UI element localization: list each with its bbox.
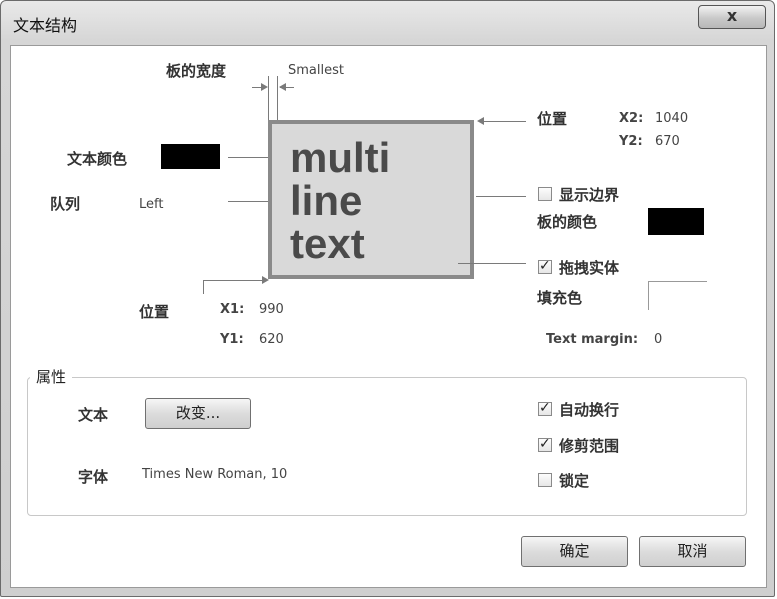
- position-bottom-connector: [203, 280, 263, 281]
- position-bottom-guide: [203, 280, 204, 294]
- text-color-label: 文本颜色: [67, 150, 128, 168]
- drag-solid-label: 拖拽实体: [559, 259, 620, 277]
- fill-color-label: 填充色: [537, 289, 583, 307]
- thickness-guide-right: [277, 76, 278, 120]
- word-wrap-checkbox[interactable]: [538, 400, 552, 416]
- show-border-checkbox[interactable]: [538, 187, 552, 201]
- preview-text: multi line text: [290, 134, 391, 267]
- window-title: 文本结构: [13, 16, 78, 35]
- position-top-connector: [484, 121, 526, 122]
- text-margin-label: Text margin:: [546, 332, 639, 347]
- position-top-label: 位置: [537, 110, 568, 128]
- border-connector: [476, 196, 526, 197]
- title-bar: 文本结构 x: [1, 1, 774, 43]
- properties-group: [27, 377, 747, 516]
- x1-label: X1:: [220, 302, 245, 317]
- thickness-arrow-left: [261, 83, 268, 91]
- thickness-value[interactable]: Smallest: [288, 63, 344, 78]
- font-value: Times New Roman, 10: [142, 467, 288, 482]
- y2-value[interactable]: 670: [655, 134, 680, 149]
- position-bottom-label: 位置: [139, 303, 170, 321]
- lock-checkbox[interactable]: [538, 473, 552, 487]
- close-button[interactable]: x: [698, 5, 766, 29]
- y2-label: Y2:: [619, 134, 643, 149]
- border-color-label: 板的颜色: [537, 213, 598, 231]
- fill-color-swatch[interactable]: [648, 281, 707, 310]
- alignment-value[interactable]: Left: [139, 197, 163, 212]
- font-label: 字体: [78, 468, 109, 486]
- x1-value[interactable]: 990: [259, 302, 284, 317]
- alignment-label: 队列: [50, 195, 81, 213]
- text-color-swatch[interactable]: [161, 144, 220, 169]
- thickness-guide-left: [268, 76, 269, 120]
- properties-group-title: 属性: [30, 366, 73, 387]
- y1-value[interactable]: 620: [259, 332, 284, 347]
- text-preview-box[interactable]: multi line text: [268, 120, 474, 279]
- thickness-arrow-right: [279, 83, 286, 91]
- position-top-arrow: [477, 117, 484, 125]
- drag-solid-checkbox[interactable]: [538, 258, 552, 274]
- text-property-label: 文本: [78, 406, 109, 424]
- position-bottom-arrow: [262, 276, 269, 284]
- ok-button[interactable]: 确定: [521, 536, 628, 567]
- x2-label: X2:: [619, 111, 644, 126]
- x2-value[interactable]: 1040: [655, 111, 688, 126]
- border-color-swatch[interactable]: [648, 208, 704, 235]
- clip-checkbox[interactable]: [538, 436, 552, 452]
- word-wrap-label: 自动换行: [559, 401, 620, 419]
- text-margin-value[interactable]: 0: [654, 332, 662, 347]
- lock-label: 锁定: [559, 472, 590, 490]
- cancel-button[interactable]: 取消: [639, 536, 746, 567]
- clip-label: 修剪范围: [559, 437, 620, 455]
- change-text-button[interactable]: 改变...: [145, 398, 251, 429]
- y1-label: Y1:: [220, 332, 244, 347]
- thickness-label: 板的宽度: [166, 62, 227, 80]
- close-icon: x: [726, 6, 738, 25]
- show-border-label: 显示边界: [559, 186, 620, 204]
- drag-connector: [458, 263, 526, 264]
